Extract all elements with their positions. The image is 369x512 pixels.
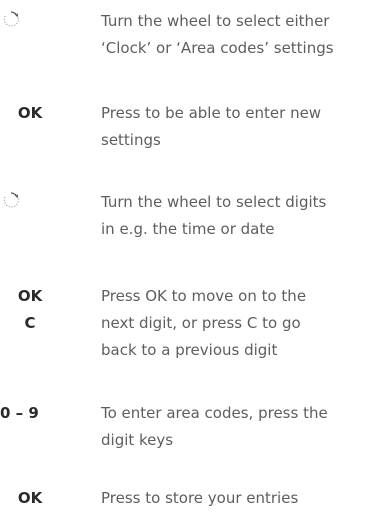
key-label: OK C (0, 283, 70, 337)
c-key: C (24, 314, 36, 332)
key-label: OK (0, 100, 70, 127)
step-description: Press to be able to enter new settings (101, 104, 322, 149)
ok-key: OK (17, 287, 43, 305)
wheel-icon (3, 11, 19, 27)
key-label: 0 – 9 (0, 400, 70, 427)
digit-keys: 0 – 9 (0, 404, 39, 422)
wheel-icon (3, 192, 19, 208)
step-description: Turn the wheel to select either ‘Clock’ … (101, 12, 334, 57)
step-description: Press to store your entries (101, 489, 299, 507)
ok-key: OK (17, 489, 43, 507)
step-description: To enter area codes, press the digit key… (101, 404, 328, 449)
step-description: Press OK to move on to the next digit, o… (101, 287, 307, 359)
key-label: OK (0, 485, 70, 512)
step-description: Turn the wheel to select digits in e.g. … (101, 193, 327, 238)
ok-key: OK (17, 104, 43, 122)
